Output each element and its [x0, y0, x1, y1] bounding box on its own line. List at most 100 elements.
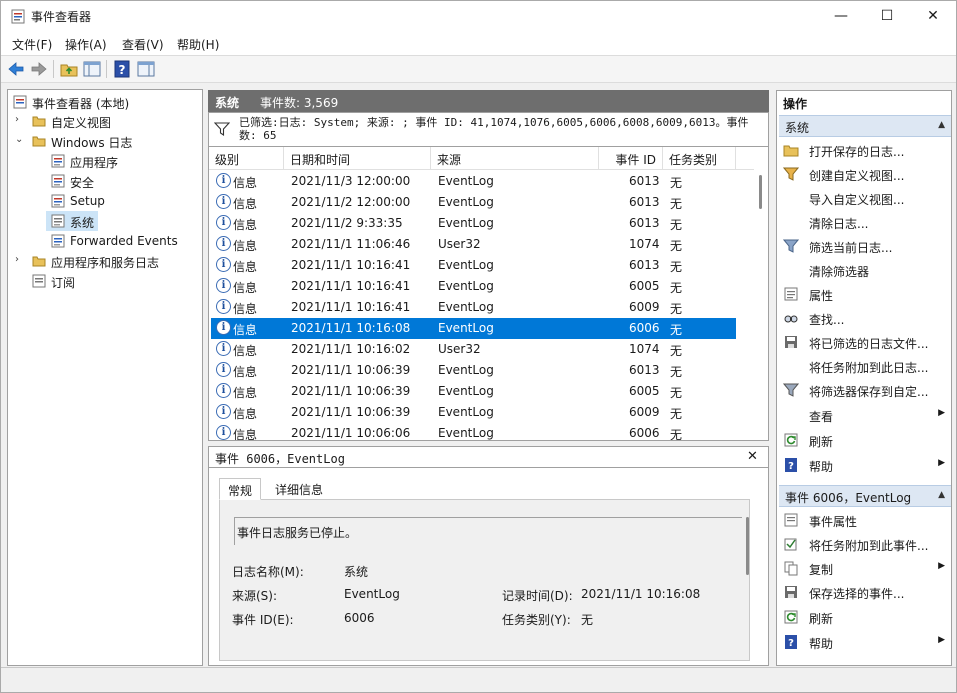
column-source[interactable]: 来源: [431, 147, 599, 170]
table-row[interactable]: i 信息 2021/11/1 10:16:41 EventLog 6009 无: [211, 297, 736, 318]
task-category-cell: 无: [670, 218, 683, 232]
menu-view[interactable]: 查看(V): [122, 36, 164, 53]
general-tab-panel: 事件日志服务已停止。 日志名称(M): 系统 来源(S): EventLog 记…: [219, 499, 750, 661]
menu-file[interactable]: 文件(F): [12, 36, 52, 53]
action-copy[interactable]: 复制 ▶: [779, 557, 947, 579]
collapse-up-icon[interactable]: ▲: [938, 120, 945, 130]
action-refresh[interactable]: 刷新: [779, 429, 947, 451]
events-scroll-thumb[interactable]: [759, 175, 762, 209]
tree-item-subscriptions[interactable]: 订阅: [8, 271, 198, 291]
subscription-icon: [32, 274, 46, 288]
event-description-text: 事件日志服务已停止。: [237, 526, 358, 540]
show-hide-action-pane-icon[interactable]: [136, 59, 156, 79]
table-row[interactable]: i 信息 2021/11/1 10:16:08 EventLog 6006 无: [211, 318, 736, 339]
action-attach-task-event[interactable]: 将任务附加到此事件...: [779, 533, 947, 555]
events-scrollbar[interactable]: [754, 147, 768, 440]
action-save-filter-custom-view[interactable]: 将筛选器保存到自定...: [779, 379, 947, 401]
table-row[interactable]: i 信息 2021/11/2 12:00:00 EventLog 6013 无: [211, 192, 736, 213]
table-row[interactable]: i 信息 2021/11/3 12:00:00 EventLog 6013 无: [211, 171, 736, 192]
maximize-button[interactable]: ☐: [864, 1, 910, 32]
info-icon: i: [216, 257, 231, 272]
action-label: 刷新: [809, 612, 834, 626]
action-attach-task-log[interactable]: 将任务附加到此日志...: [779, 355, 947, 377]
action-filter-current-log[interactable]: 筛选当前日志...: [779, 235, 947, 257]
action-view[interactable]: 查看 ▶: [779, 404, 947, 426]
back-arrow-icon[interactable]: [6, 59, 26, 79]
chevron-right-icon[interactable]: ›: [15, 254, 25, 265]
log-icon: [51, 174, 65, 188]
log-name: 系统: [215, 96, 240, 110]
action-label: 复制: [809, 563, 834, 577]
help-icon[interactable]: ?: [112, 59, 132, 79]
column-event-id[interactable]: 事件 ID: [599, 147, 663, 170]
detail-scroll-thumb[interactable]: [746, 517, 749, 575]
table-row[interactable]: i 信息 2021/11/1 10:06:06 EventLog 6006 无: [211, 423, 736, 440]
action-refresh-event[interactable]: 刷新: [779, 606, 947, 628]
action-help[interactable]: ? 帮助 ▶: [779, 454, 947, 476]
chevron-right-icon[interactable]: ›: [15, 114, 25, 125]
action-create-custom-view[interactable]: 创建自定义视图...: [779, 163, 947, 185]
action-properties[interactable]: 属性: [779, 283, 947, 305]
column-task-category[interactable]: 任务类别: [663, 147, 736, 170]
datetime-cell: 2021/11/1 10:16:08: [291, 321, 411, 335]
info-icon: i: [216, 341, 231, 356]
info-icon: i: [216, 215, 231, 230]
table-row[interactable]: i 信息 2021/11/1 11:06:46 User32 1074 无: [211, 234, 736, 255]
menu-help[interactable]: 帮助(H): [177, 36, 219, 53]
action-save-selected-events[interactable]: 保存选择的事件...: [779, 581, 947, 603]
tree-item-setup[interactable]: Setup: [8, 191, 198, 211]
action-find[interactable]: 查找...: [779, 307, 947, 329]
menu-action[interactable]: 操作(A): [65, 36, 107, 53]
tree-item-system[interactable]: 系统: [46, 211, 98, 231]
event-detail-title: 事件 6006，EventLog: [215, 452, 345, 466]
column-level[interactable]: 级别: [209, 147, 284, 170]
up-folder-icon[interactable]: [59, 59, 79, 79]
log-icon: [51, 214, 65, 228]
show-hide-tree-icon[interactable]: [82, 59, 102, 79]
table-row[interactable]: i 信息 2021/11/1 10:06:39 EventLog 6013 无: [211, 360, 736, 381]
datetime-cell: 2021/11/1 10:16:41: [291, 300, 411, 314]
action-event-properties[interactable]: 事件属性: [779, 509, 947, 531]
event-id-value: 6006: [344, 611, 375, 625]
forward-arrow-icon[interactable]: [29, 59, 49, 79]
tab-details[interactable]: 详细信息: [267, 478, 331, 500]
detail-close-icon[interactable]: ✕: [747, 449, 758, 464]
tree-item-forwarded-events[interactable]: Forwarded Events: [8, 231, 198, 251]
level-cell: 信息: [233, 197, 258, 211]
info-icon: i: [216, 278, 231, 293]
filter-text: 已筛选:日志: System; 来源: ; 事件 ID: 41,1074,107…: [239, 116, 749, 142]
chevron-down-icon[interactable]: ⌄: [15, 134, 25, 145]
action-save-filtered-log[interactable]: 将已筛选的日志文件...: [779, 331, 947, 353]
table-row[interactable]: i 信息 2021/11/2 9:33:35 EventLog 6013 无: [211, 213, 736, 234]
close-button[interactable]: ✕: [910, 1, 956, 32]
tree-item-root[interactable]: 事件查看器 (本地): [8, 92, 198, 112]
table-row[interactable]: i 信息 2021/11/1 10:16:41 EventLog 6005 无: [211, 276, 736, 297]
tree-item-custom-views[interactable]: › 自定义视图: [8, 111, 198, 131]
minimize-button[interactable]: —: [818, 1, 864, 32]
menu-bar: 文件(F) 操作(A) 查看(V) 帮助(H): [1, 32, 956, 55]
action-label: 清除日志...: [809, 217, 869, 231]
action-clear-log[interactable]: 清除日志...: [779, 211, 947, 233]
tree-item-security[interactable]: 安全: [8, 171, 198, 191]
source-cell: EventLog: [438, 195, 494, 209]
column-datetime[interactable]: 日期和时间: [284, 147, 431, 170]
actions-group-event[interactable]: 事件 6006，EventLog ▲: [779, 485, 951, 507]
tab-general[interactable]: 常规: [219, 478, 262, 500]
tree-item-apps-services[interactable]: › 应用程序和服务日志: [8, 251, 198, 271]
log-icon: [51, 234, 65, 248]
action-import-custom-view[interactable]: 导入自定义视图...: [779, 187, 947, 209]
actions-group-log[interactable]: 系统 ▲: [779, 115, 951, 137]
log-icon: [51, 154, 65, 168]
level-cell: 信息: [233, 176, 258, 190]
table-row[interactable]: i 信息 2021/11/1 10:16:02 User32 1074 无: [211, 339, 736, 360]
action-clear-filter[interactable]: 清除筛选器: [779, 259, 947, 281]
action-open-saved-log[interactable]: 打开保存的日志...: [779, 139, 947, 161]
tree-item-windows-logs[interactable]: ⌄ Windows 日志: [8, 131, 198, 151]
tree-item-application[interactable]: 应用程序: [8, 151, 198, 171]
table-row[interactable]: i 信息 2021/11/1 10:16:41 EventLog 6013 无: [211, 255, 736, 276]
task-category-cell: 无: [670, 365, 683, 379]
table-row[interactable]: i 信息 2021/11/1 10:06:39 EventLog 6009 无: [211, 402, 736, 423]
action-help-event[interactable]: ? 帮助 ▶: [779, 631, 947, 653]
collapse-up-icon[interactable]: ▲: [938, 490, 945, 500]
table-row[interactable]: i 信息 2021/11/1 10:06:39 EventLog 6005 无: [211, 381, 736, 402]
